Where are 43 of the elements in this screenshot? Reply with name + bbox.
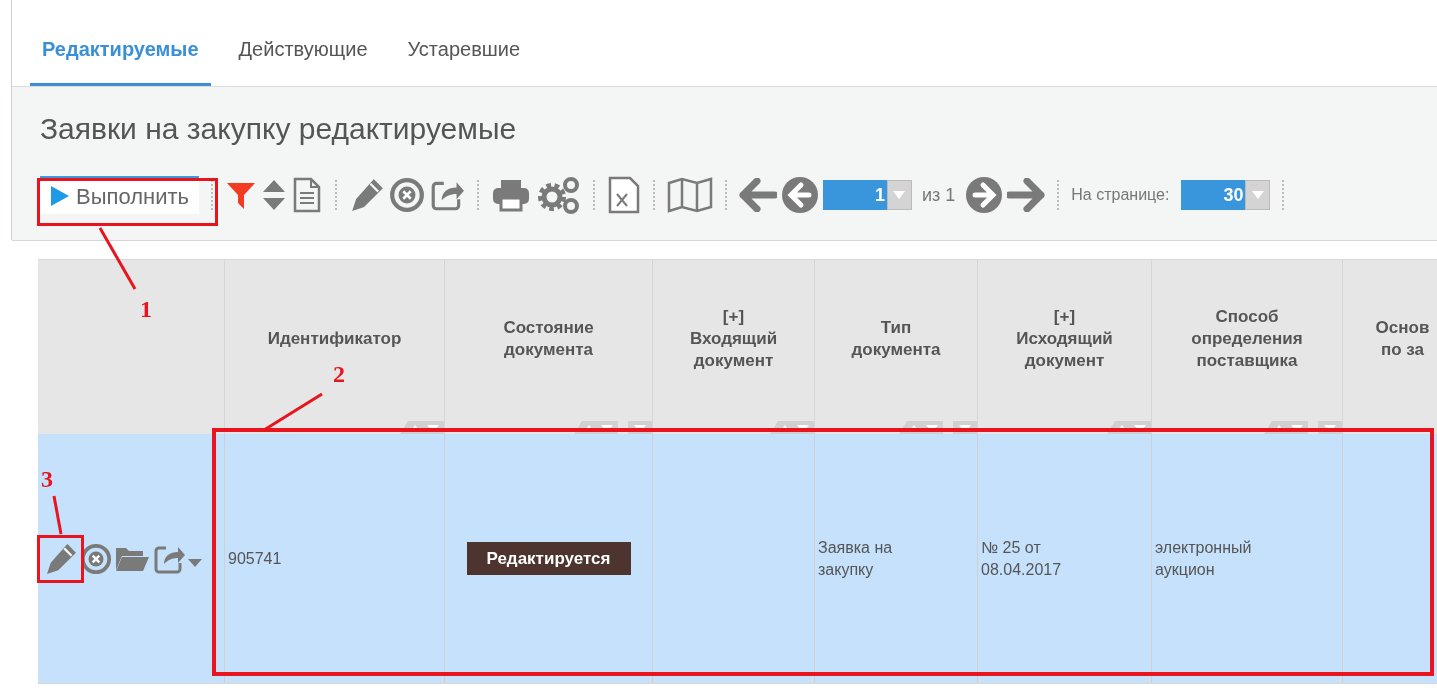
callout-number: 1 <box>140 295 152 323</box>
sort-arrows-icon[interactable] <box>899 420 943 434</box>
map-icon[interactable] <box>666 177 713 213</box>
column-header[interactable]: [+] Входящий документ <box>689 306 778 372</box>
column-header[interactable]: Способ определения поставщика <box>1191 306 1303 372</box>
sort-arrows-icon[interactable] <box>1264 420 1308 434</box>
dropdown-caret-icon <box>893 191 906 199</box>
dropdown-caret-icon <box>1251 191 1264 199</box>
sort-arrows-icon[interactable] <box>1107 420 1151 434</box>
spreadsheet-file-icon[interactable] <box>606 176 641 214</box>
column-header[interactable]: [+] Исходящий документ <box>1016 306 1113 372</box>
sort-arrows-icon[interactable] <box>400 420 444 434</box>
leader-line <box>52 494 64 536</box>
leader-line <box>98 226 138 292</box>
highlight-frame <box>37 535 84 583</box>
circle-arrow-right-icon[interactable] <box>965 176 1004 214</box>
sort-icon[interactable] <box>260 178 287 212</box>
cancel-icon[interactable] <box>388 177 425 213</box>
play-icon <box>50 185 70 207</box>
pencil-icon[interactable] <box>44 541 78 576</box>
circle-arrow-left-icon[interactable] <box>780 176 819 214</box>
column-header[interactable]: Тип документа <box>851 317 941 361</box>
run-button[interactable]: Выполнить <box>40 176 199 214</box>
page-total: из 1 <box>921 183 956 207</box>
arrow-right-icon[interactable] <box>1007 178 1046 212</box>
table-cell-text: № 25 от 08.04.2017 <box>981 537 1062 580</box>
table-cell-text: электронный аукцион <box>1155 537 1252 580</box>
status-badge: Редактируется <box>466 541 631 576</box>
column-header[interactable]: Идентификатор <box>267 328 402 350</box>
printer-icon[interactable] <box>490 178 531 212</box>
table-cell-text: Заявка на закупку <box>818 537 893 580</box>
arrow-left-icon[interactable] <box>738 178 777 212</box>
sort-arrows-icon[interactable] <box>770 420 814 434</box>
callout-number: 2 <box>333 360 345 388</box>
callout-number: 3 <box>41 465 53 493</box>
sort-arrows-icon[interactable] <box>574 420 618 434</box>
column-header[interactable]: Состояние документа <box>503 317 594 361</box>
per-page-label: На странице: <box>1071 185 1170 205</box>
table-cell-text: 905741 <box>228 548 282 569</box>
tab[interactable]: Устаревшие <box>395 14 533 86</box>
page-title: Заявки на закупку редактируемые <box>40 111 517 147</box>
tab[interactable]: Действующие <box>226 14 380 86</box>
column-header[interactable]: Основ по за <box>1375 317 1430 361</box>
